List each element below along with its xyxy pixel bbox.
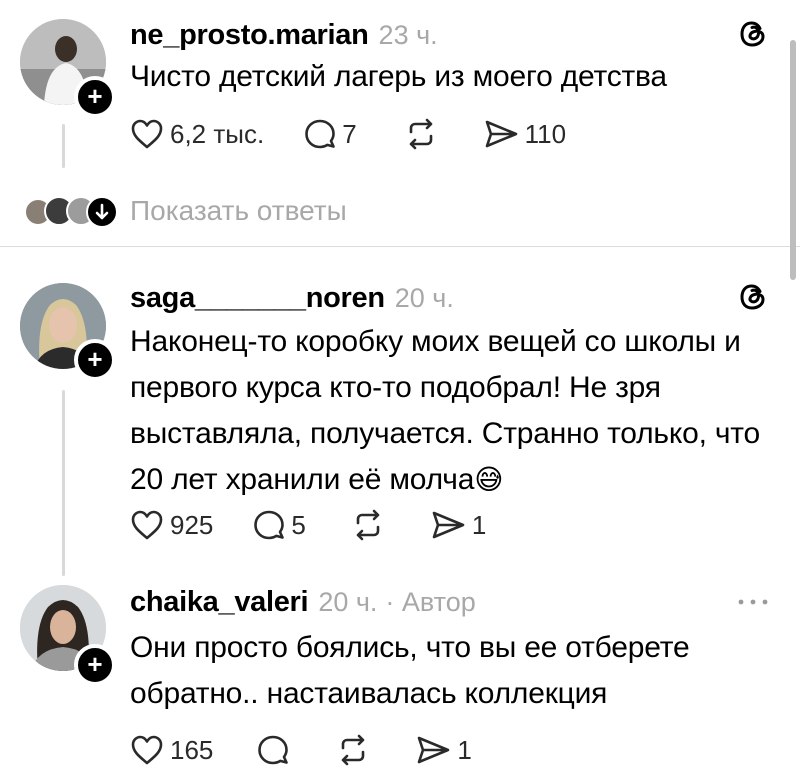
follow-plus-icon[interactable]: + (74, 339, 116, 381)
scrollbar[interactable] (790, 40, 796, 280)
heart-icon (131, 735, 163, 765)
comments-count: 5 (291, 509, 306, 540)
repost-button[interactable] (335, 734, 371, 766)
like-button[interactable]: 925 (130, 509, 213, 541)
threads-icon (740, 21, 765, 47)
reply-avatars[interactable] (20, 196, 118, 228)
action-bar: 6,2 тыс. 7 110 (130, 118, 566, 150)
post-text: Они просто боялись, что вы ее отберете о… (130, 625, 690, 717)
more-icon[interactable] (736, 592, 770, 612)
follow-plus-icon[interactable]: + (74, 76, 116, 118)
shares-count: 110 (524, 118, 567, 149)
username[interactable]: saga_______noren (130, 282, 385, 315)
repost-icon (356, 509, 380, 541)
shares-count: 1 (471, 509, 487, 540)
comment-button[interactable]: 5 (253, 509, 306, 541)
like-button[interactable]: 165 (130, 734, 213, 766)
comment-button[interactable] (257, 734, 289, 766)
heart-icon (131, 510, 163, 540)
comment-icon (258, 735, 289, 765)
timestamp: 20 ч. (318, 587, 378, 617)
sweat-smile-emoji: 😅 (474, 464, 504, 495)
likes-count: 6,2 тыс. (170, 118, 265, 149)
share-button[interactable]: 1 (430, 509, 486, 541)
send-icon (418, 736, 450, 764)
username[interactable]: chaika_valeri (130, 586, 309, 619)
timestamp: 23 ч. (378, 20, 438, 50)
follow-plus-icon[interactable]: + (74, 644, 116, 686)
post-header: ne_prosto.marian 23 ч. (130, 19, 438, 52)
thread-line (62, 390, 65, 576)
show-replies-link[interactable]: Показать ответы (130, 195, 347, 227)
post-text-segment: 20 лет хранили её молча (130, 463, 475, 496)
repost-button[interactable] (403, 118, 439, 150)
post-text-line: выставляла, получается. Странно только, … (130, 417, 760, 450)
post-text-line: первого курса кто-то подобрал! Не зря (130, 371, 661, 404)
action-bar: 165 1 (130, 734, 472, 766)
likes-count: 925 (170, 509, 214, 540)
shares-count: 1 (457, 734, 472, 765)
post-text-line: Они просто боялись, что вы ее отберете (130, 631, 690, 664)
send-icon (432, 511, 465, 539)
repost-button[interactable] (350, 509, 386, 541)
post-header: chaika_valeri 20 ч. · Автор (130, 586, 476, 619)
threads-icon (740, 284, 765, 310)
post-text: Чисто детский лагерь из моего детства (130, 54, 667, 100)
post-text: Наконец-то коробку моих вещей со школы и… (130, 319, 760, 503)
send-icon (485, 120, 517, 148)
timestamp: 20 ч. (394, 283, 454, 313)
expand-down-icon (86, 196, 118, 228)
author-badge: · Автор (385, 587, 476, 617)
share-button[interactable]: 1 (415, 734, 472, 766)
likes-count: 165 (170, 734, 214, 765)
comments-count: 7 (342, 118, 357, 149)
comment-icon (305, 119, 335, 149)
post-text-line: Чисто детский лагерь из моего детства (130, 60, 667, 93)
comment-button[interactable]: 7 (304, 118, 357, 150)
username[interactable]: ne_prosto.marian (130, 19, 369, 52)
comment-icon (254, 510, 285, 540)
share-button[interactable]: 110 (483, 118, 566, 150)
post-header: saga_______noren 20 ч. (130, 282, 454, 315)
thread-line (62, 124, 65, 168)
like-button[interactable]: 6,2 тыс. (130, 118, 264, 150)
post-text-line: 20 лет хранили её молча😅 (130, 457, 760, 503)
post-text-line: Наконец-то коробку моих вещей со школы и (130, 325, 741, 358)
action-bar: 925 5 1 (130, 509, 486, 541)
heart-icon (131, 119, 163, 149)
repost-icon (409, 118, 432, 150)
repost-icon (342, 734, 365, 766)
divider (0, 246, 800, 247)
post-text-line: обратно.. настаивалась коллекция (130, 677, 608, 710)
